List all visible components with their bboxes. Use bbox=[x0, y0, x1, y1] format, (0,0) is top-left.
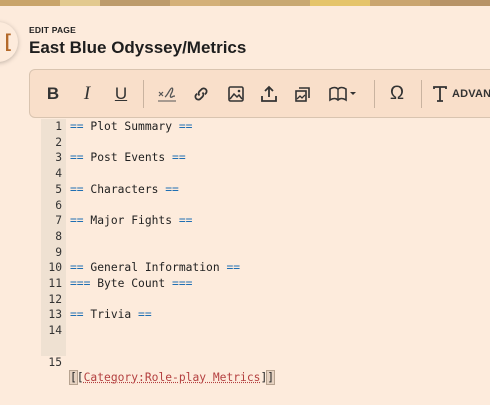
signature-icon bbox=[156, 84, 178, 104]
bold-button[interactable]: B bbox=[42, 82, 64, 106]
header-banner-image bbox=[0, 0, 490, 6]
line-number: 13 bbox=[41, 307, 62, 323]
heading-markup-close: == bbox=[138, 308, 152, 321]
code-line[interactable]: 5 == Characters == bbox=[41, 182, 490, 198]
bracket-edit-icon: [ bbox=[5, 32, 11, 50]
bracket-match: ] bbox=[267, 371, 274, 384]
heading-markup-close: == bbox=[226, 261, 240, 274]
code-line[interactable]: 1 == Plot Summary == bbox=[41, 119, 490, 135]
code-line[interactable]: 8 bbox=[41, 229, 490, 245]
heading-text: Byte Count bbox=[90, 277, 172, 290]
heading-markup-open: == bbox=[70, 308, 84, 321]
heading-text: Post Events bbox=[84, 151, 172, 164]
code-line[interactable]: 15 [[Category:Role-play Metrics]] bbox=[41, 339, 490, 355]
bracket-inner: [ bbox=[77, 371, 84, 384]
image-button[interactable] bbox=[224, 82, 248, 106]
line-number: 1 bbox=[41, 119, 62, 135]
heading-markup-close: == bbox=[179, 120, 193, 133]
code-line[interactable]: 14 bbox=[41, 323, 490, 339]
edit-page-eyebrow: EDIT PAGE bbox=[29, 25, 76, 35]
upload-icon bbox=[260, 85, 278, 103]
signature-button[interactable] bbox=[154, 82, 180, 106]
gallery-icon bbox=[294, 85, 312, 103]
omega-icon: Ω bbox=[390, 83, 404, 105]
link-icon bbox=[192, 85, 210, 103]
line-content: == Plot Summary == bbox=[70, 119, 192, 135]
line-number: 2 bbox=[41, 135, 62, 151]
heading-markup-open: === bbox=[70, 277, 90, 290]
toolbar-divider bbox=[421, 80, 422, 108]
book-template-icon bbox=[328, 85, 358, 103]
code-line[interactable]: 9 bbox=[41, 245, 490, 261]
line-number: 12 bbox=[41, 292, 62, 308]
line-content: === Byte Count === bbox=[70, 276, 192, 292]
upload-button[interactable] bbox=[257, 82, 281, 106]
code-line[interactable]: 4 bbox=[41, 166, 490, 182]
line-number: 11 bbox=[41, 276, 62, 292]
heading-markup-close: == bbox=[179, 214, 193, 227]
editor-toolbar: B I U Ω ADVAN bbox=[29, 69, 490, 118]
heading-markup-close: == bbox=[165, 183, 179, 196]
heading-text: Characters bbox=[84, 183, 166, 196]
advanced-button[interactable]: ADVAN bbox=[432, 82, 490, 106]
line-content: [[Category:Role-play Metrics]] bbox=[70, 370, 274, 386]
line-number: 7 bbox=[41, 213, 62, 229]
toolbar-divider bbox=[374, 80, 375, 108]
underline-button[interactable]: U bbox=[110, 82, 132, 106]
edit-mode-button[interactable]: [ bbox=[0, 22, 18, 62]
code-line[interactable]: 6 bbox=[41, 198, 490, 214]
code-line[interactable]: 12 bbox=[41, 292, 490, 308]
code-line[interactable]: 2 bbox=[41, 135, 490, 151]
bracket-match: [ bbox=[70, 371, 77, 384]
code-line[interactable]: 10 == General Information == bbox=[41, 260, 490, 276]
link-button[interactable] bbox=[189, 82, 213, 106]
heading-markup-open: == bbox=[70, 151, 84, 164]
line-content: == Characters == bbox=[70, 182, 179, 198]
line-number: 5 bbox=[41, 182, 62, 198]
line-content: == Post Events == bbox=[70, 150, 186, 166]
heading-text: Trivia bbox=[84, 308, 138, 321]
heading-markup-open: == bbox=[70, 214, 84, 227]
heading-markup-open: == bbox=[70, 183, 84, 196]
image-icon bbox=[227, 85, 245, 103]
toolbar-divider bbox=[143, 80, 144, 108]
heading-markup-close: === bbox=[172, 277, 192, 290]
text-format-icon bbox=[432, 85, 448, 103]
code-line[interactable]: 3 == Post Events == bbox=[41, 150, 490, 166]
italic-button[interactable]: I bbox=[76, 82, 98, 106]
line-number: 9 bbox=[41, 245, 62, 261]
page-title: East Blue Odyssey/Metrics bbox=[29, 38, 246, 58]
heading-text: General Information bbox=[84, 261, 227, 274]
line-number: 15 bbox=[41, 355, 62, 371]
advanced-label: ADVAN bbox=[452, 88, 490, 100]
line-number: 10 bbox=[41, 260, 62, 276]
heading-markup-close: == bbox=[172, 151, 186, 164]
line-content: == Trivia == bbox=[70, 307, 152, 323]
bold-icon: B bbox=[47, 84, 59, 104]
code-line[interactable]: 7 == Major Fights == bbox=[41, 213, 490, 229]
special-characters-button[interactable]: Ω bbox=[385, 82, 409, 106]
line-number: 6 bbox=[41, 198, 62, 214]
heading-markup-open: == bbox=[70, 120, 84, 133]
italic-icon: I bbox=[84, 83, 90, 105]
underline-icon: U bbox=[115, 84, 127, 104]
line-content: == General Information == bbox=[70, 260, 240, 276]
line-number: 4 bbox=[41, 166, 62, 182]
heading-text: Plot Summary bbox=[84, 120, 179, 133]
line-number: 3 bbox=[41, 150, 62, 166]
line-number: 14 bbox=[41, 323, 62, 339]
line-content: == Major Fights == bbox=[70, 213, 192, 229]
heading-markup-open: == bbox=[70, 261, 84, 274]
line-number: 8 bbox=[41, 229, 62, 245]
category-link[interactable]: Category:Role-play Metrics bbox=[84, 371, 261, 384]
code-line[interactable]: 13 == Trivia == bbox=[41, 307, 490, 323]
heading-text: Major Fights bbox=[84, 214, 179, 227]
code-editor[interactable]: 1 == Plot Summary == 2 3 == Post Events == 4 5… bbox=[41, 119, 490, 356]
template-dropdown-button[interactable] bbox=[325, 82, 361, 106]
gallery-button[interactable] bbox=[291, 82, 315, 106]
code-line[interactable]: 11 === Byte Count === bbox=[41, 276, 490, 292]
